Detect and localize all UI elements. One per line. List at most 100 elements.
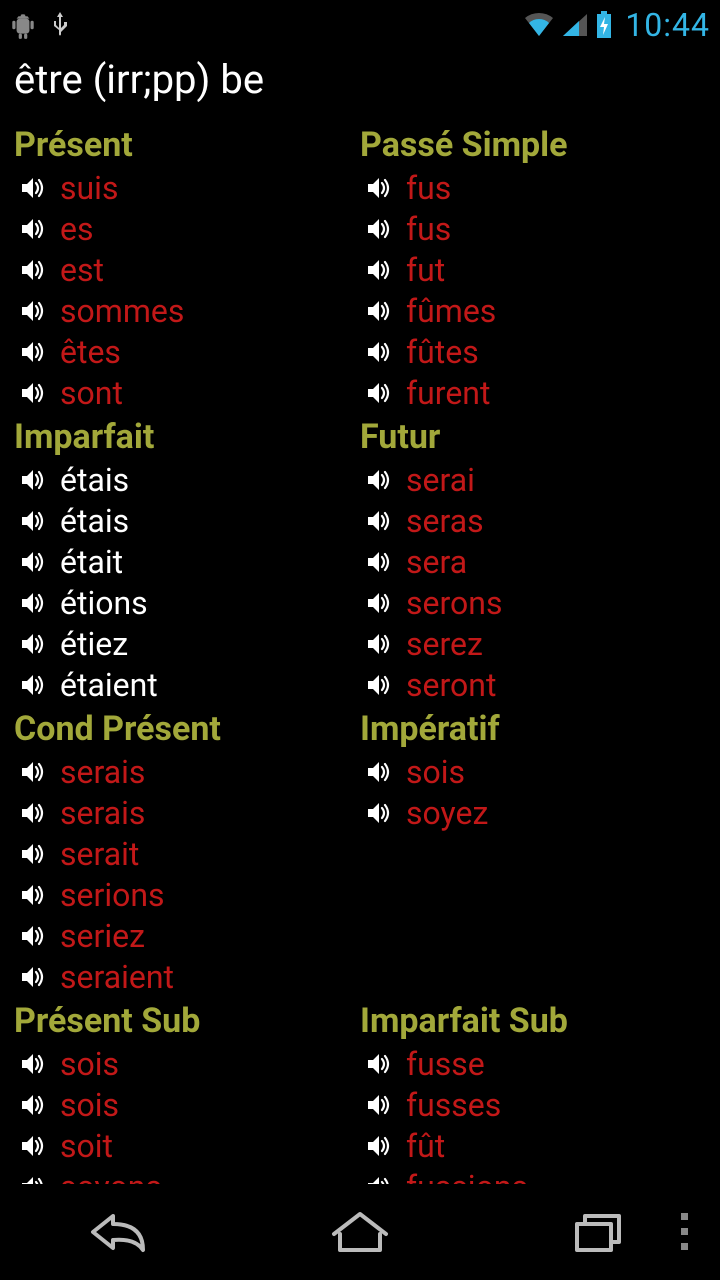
speaker-icon[interactable]: [18, 670, 48, 700]
conjugation-word: êtes: [60, 333, 121, 371]
speaker-icon[interactable]: [18, 880, 48, 910]
menu-button[interactable]: [664, 1196, 704, 1266]
conjugation-row[interactable]: fût: [360, 1125, 706, 1166]
conjugation-row[interactable]: fûmes: [360, 290, 706, 331]
speaker-icon[interactable]: [18, 173, 48, 203]
speaker-icon[interactable]: [364, 296, 394, 326]
android-debug-icon: [10, 10, 36, 40]
section-header: Passé Simple: [360, 125, 706, 165]
conjugation-row[interactable]: fus: [360, 167, 706, 208]
status-left: [10, 10, 70, 40]
conjugation-word: suis: [60, 169, 118, 207]
speaker-icon[interactable]: [18, 962, 48, 992]
conjugation-row[interactable]: étiez: [14, 623, 360, 664]
conjugation-row[interactable]: fûtes: [360, 331, 706, 372]
conjugation-row[interactable]: suis: [14, 167, 360, 208]
conjugation-row[interactable]: fusse: [360, 1043, 706, 1084]
conjugation-row[interactable]: sois: [360, 751, 706, 792]
speaker-icon[interactable]: [18, 547, 48, 577]
conjugation-row[interactable]: sommes: [14, 290, 360, 331]
speaker-icon[interactable]: [364, 337, 394, 367]
speaker-icon[interactable]: [18, 378, 48, 408]
speaker-icon[interactable]: [364, 378, 394, 408]
speaker-icon[interactable]: [364, 757, 394, 787]
conjugation-row[interactable]: étaient: [14, 664, 360, 705]
speaker-icon[interactable]: [364, 1090, 394, 1120]
conjugation-row[interactable]: serons: [360, 582, 706, 623]
conjugation-row[interactable]: serez: [360, 623, 706, 664]
back-button[interactable]: [60, 1197, 180, 1267]
conjugation-row[interactable]: sont: [14, 372, 360, 413]
conjugation-row[interactable]: étais: [14, 500, 360, 541]
conjugation-row[interactable]: serai: [360, 459, 706, 500]
conjugation-word: serions: [60, 876, 165, 914]
section-header: Futur: [360, 417, 706, 457]
conjugation-row[interactable]: est: [14, 249, 360, 290]
conjugation-row[interactable]: seront: [360, 664, 706, 705]
speaker-icon[interactable]: [18, 337, 48, 367]
conjugation-row[interactable]: soit: [14, 1125, 360, 1166]
conjugation-row[interactable]: étais: [14, 459, 360, 500]
speaker-icon[interactable]: [18, 588, 48, 618]
speaker-icon[interactable]: [18, 1090, 48, 1120]
conjugation-word: fûmes: [406, 292, 496, 330]
speaker-icon[interactable]: [364, 670, 394, 700]
speaker-icon[interactable]: [364, 506, 394, 536]
conjugation-row[interactable]: seras: [360, 500, 706, 541]
speaker-icon[interactable]: [364, 255, 394, 285]
conjugation-row[interactable]: serais: [14, 751, 360, 792]
speaker-icon[interactable]: [364, 214, 394, 244]
speaker-icon[interactable]: [18, 296, 48, 326]
speaker-icon[interactable]: [364, 1049, 394, 1079]
spacer: [360, 833, 706, 997]
recent-apps-button[interactable]: [540, 1197, 660, 1267]
conjugation-row[interactable]: étions: [14, 582, 360, 623]
conjugation-row[interactable]: seriez: [14, 915, 360, 956]
conjugation-word: serais: [60, 794, 145, 832]
conjugation-word: seront: [406, 666, 496, 704]
conjugation-word: seraient: [60, 958, 174, 996]
speaker-icon[interactable]: [364, 173, 394, 203]
speaker-icon[interactable]: [18, 1049, 48, 1079]
conjugation-row[interactable]: serait: [14, 833, 360, 874]
conjugation-word: étions: [60, 584, 148, 622]
speaker-icon[interactable]: [18, 839, 48, 869]
speaker-icon[interactable]: [18, 757, 48, 787]
speaker-icon[interactable]: [18, 921, 48, 951]
wifi-icon: [523, 12, 555, 38]
home-button[interactable]: [300, 1197, 420, 1267]
speaker-icon[interactable]: [18, 214, 48, 244]
speaker-icon[interactable]: [364, 465, 394, 495]
conjugation-word: sois: [60, 1045, 119, 1083]
speaker-icon[interactable]: [364, 588, 394, 618]
conjugation-row[interactable]: seraient: [14, 956, 360, 997]
speaker-icon[interactable]: [364, 798, 394, 828]
conjugation-row[interactable]: fusses: [360, 1084, 706, 1125]
conjugation-row[interactable]: sois: [14, 1043, 360, 1084]
conjugation-row[interactable]: fut: [360, 249, 706, 290]
speaker-icon[interactable]: [18, 255, 48, 285]
speaker-icon[interactable]: [364, 547, 394, 577]
conjugation-row[interactable]: serais: [14, 792, 360, 833]
speaker-icon[interactable]: [18, 465, 48, 495]
speaker-icon[interactable]: [364, 629, 394, 659]
conjugation-row[interactable]: était: [14, 541, 360, 582]
conjugation-row[interactable]: es: [14, 208, 360, 249]
conjugation-row[interactable]: sois: [14, 1084, 360, 1125]
conjugation-row[interactable]: furent: [360, 372, 706, 413]
conjugation-row[interactable]: fus: [360, 208, 706, 249]
speaker-icon[interactable]: [18, 798, 48, 828]
speaker-icon[interactable]: [364, 1131, 394, 1161]
conjugation-row[interactable]: êtes: [14, 331, 360, 372]
speaker-icon[interactable]: [18, 629, 48, 659]
conjugation-word: fusse: [406, 1045, 485, 1083]
conjugation-word: sont: [60, 374, 123, 412]
conjugation-word: étais: [60, 502, 129, 540]
conjugation-word: fut: [406, 251, 445, 289]
speaker-icon[interactable]: [18, 1131, 48, 1161]
conjugation-word: sois: [60, 1086, 119, 1124]
conjugation-row[interactable]: serions: [14, 874, 360, 915]
conjugation-row[interactable]: soyez: [360, 792, 706, 833]
conjugation-row[interactable]: sera: [360, 541, 706, 582]
speaker-icon[interactable]: [18, 506, 48, 536]
